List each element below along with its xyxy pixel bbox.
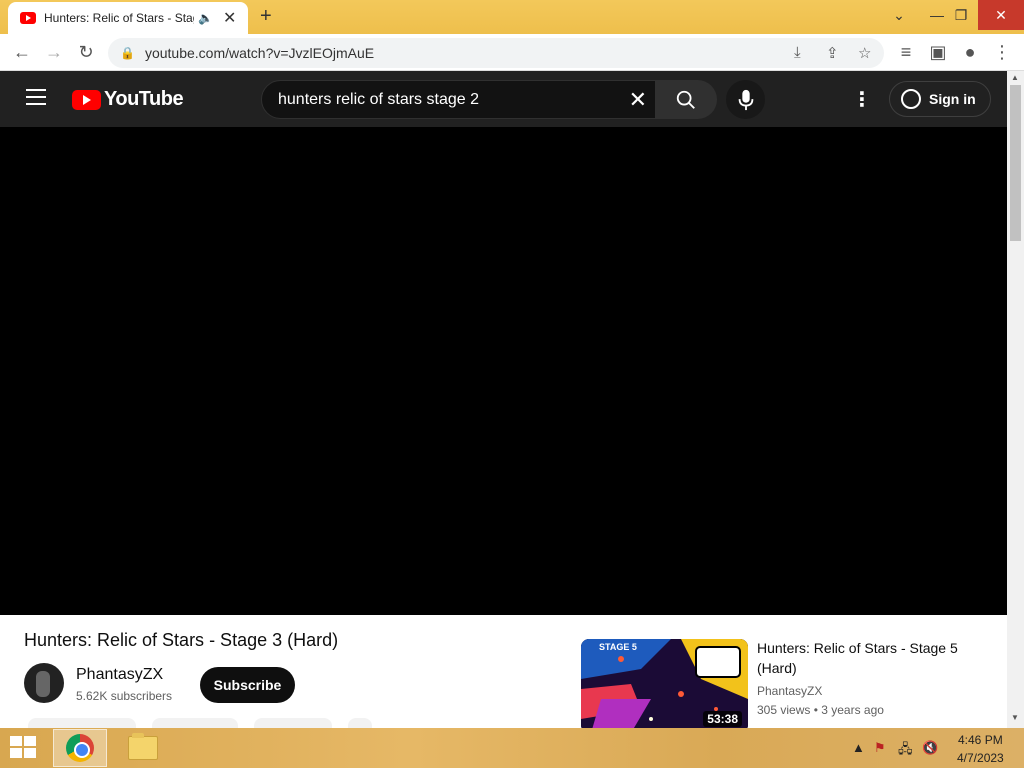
chevron-down-icon[interactable]: ⌄ [882,0,916,30]
search-icon [676,90,695,109]
media-queue-icon[interactable]: ≡ [894,40,918,64]
recommended-video-meta: 305 views • 3 years ago [757,703,884,717]
scroll-down-arrow-icon[interactable]: ▼ [1011,713,1019,722]
youtube-wordmark: YouTube [104,88,184,110]
scroll-up-arrow-icon[interactable]: ▲ [1011,73,1019,82]
speaker-icon[interactable]: 🔈 [198,11,213,25]
more-options-icon[interactable]: ⋮ [852,87,872,112]
search-box: ✕ [261,80,656,119]
new-tab-button[interactable]: + [260,5,272,28]
tab-title: Hunters: Relic of Stars - Stag [44,11,194,25]
profile-icon[interactable]: ● [958,40,982,64]
volume-muted-icon[interactable]: 🔇 [922,740,938,756]
clear-search-icon[interactable]: ✕ [629,87,647,113]
subscriber-count: 5.62K subscribers [76,689,173,703]
install-icon[interactable]: ⤓ [794,44,801,61]
video-player[interactable] [0,127,1007,615]
clock-time[interactable]: 4:46 PM [958,733,1003,747]
tab-close-icon[interactable]: ✕ [223,8,236,28]
windows-start-button[interactable] [10,736,38,760]
search-button[interactable] [655,80,717,119]
taskbar-chrome-button[interactable] [53,729,107,767]
video-duration-badge: 53:38 [703,711,742,727]
address-bar[interactable]: 🔒 youtube.com/watch?v=JvzlEOjmAuE ⤓ ⇪ ☆ [108,38,884,68]
channel-name[interactable]: PhantasyZX [76,666,163,684]
page-scrollbar[interactable]: ▲ ▼ [1007,71,1024,728]
youtube-logo[interactable]: YouTube [72,88,184,111]
restore-button[interactable]: ❐ [944,0,978,30]
sign-in-label: Sign in [929,91,976,107]
bookmark-star-icon[interactable]: ☆ [858,44,871,62]
forward-arrow-icon[interactable]: → [42,40,66,64]
browser-titlebar: Hunters: Relic of Stars - Stag 🔈 ✕ + ⌄ —… [0,0,1024,34]
window-close-button[interactable]: ✕ [978,0,1024,30]
voice-search-button[interactable] [726,80,765,119]
thumbnail-stage-label: STAGE 5 [599,642,637,652]
taskbar-file-explorer-button[interactable] [116,729,170,767]
network-icon[interactable]: 🖧 [898,740,913,762]
search-input[interactable] [278,90,608,109]
youtube-favicon-icon [20,12,36,24]
subscribe-button[interactable]: Subscribe [200,667,295,703]
user-circle-icon [901,89,921,109]
recommended-video-thumbnail[interactable]: STAGE 5 53:38 [581,639,748,733]
chrome-icon [66,734,94,762]
browser-tab[interactable]: Hunters: Relic of Stars - Stag 🔈 ✕ [8,2,248,34]
hamburger-menu-icon[interactable] [26,89,46,105]
windows-taskbar [0,728,1024,768]
video-title: Hunters: Relic of Stars - Stage 3 (Hard) [24,630,339,650]
lock-icon[interactable]: 🔒 [120,46,135,60]
youtube-play-icon [72,89,101,110]
browser-menu-icon[interactable]: ⋮ [990,40,1014,64]
reload-icon[interactable]: ↻ [74,40,98,64]
youtube-header: YouTube ✕ ⋮ Sign in [0,71,1007,127]
recommended-video-title[interactable]: Hunters: Relic of Stars - Stage 5 (Hard) [757,638,972,678]
scrollbar-thumb[interactable] [1010,85,1021,241]
action-center-flag-icon[interactable]: ⚑ [874,740,886,756]
side-panel-icon[interactable]: ▣ [926,40,950,64]
recommended-video-channel[interactable]: PhantasyZX [757,684,822,698]
browser-toolbar: ← → ↻ 🔒 youtube.com/watch?v=JvzlEOjmAuE … [0,34,1024,71]
url-text[interactable]: youtube.com/watch?v=JvzlEOjmAuE [145,45,374,61]
tray-expand-icon[interactable]: ▲ [852,740,865,755]
channel-avatar[interactable] [24,663,64,703]
back-arrow-icon[interactable]: ← [10,40,34,64]
microphone-icon [738,89,753,110]
folder-icon [128,733,158,760]
sign-in-button[interactable]: Sign in [889,81,991,117]
clock-date[interactable]: 4/7/2023 [957,751,1004,765]
share-icon[interactable]: ⇪ [826,44,839,62]
